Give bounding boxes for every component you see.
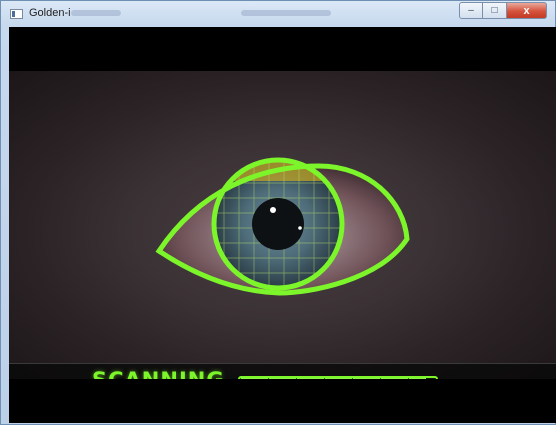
maximize-button[interactable]: □ [483, 2, 507, 19]
blurred-title-text [241, 10, 331, 16]
scan-progress-bar [238, 376, 438, 379]
app-window-icon [10, 9, 23, 19]
minimize-icon: – [468, 5, 474, 16]
app-window: Golden-i – □ x [0, 0, 556, 425]
close-button[interactable]: x [507, 2, 547, 19]
minimize-button[interactable]: – [459, 2, 483, 19]
eye-reflection [298, 226, 302, 230]
scan-progress-fill [240, 378, 427, 379]
scanning-label: SCANNING [92, 368, 225, 379]
video-client-area: SCANNING [9, 27, 556, 423]
title-bar[interactable]: Golden-i – □ x [1, 1, 555, 27]
blurred-title-text [71, 10, 121, 16]
eye-scan-graphic [155, 157, 410, 296]
eye-reflection [270, 207, 276, 213]
close-icon: x [523, 4, 530, 17]
pupil [252, 198, 304, 250]
window-title: Golden-i [29, 7, 71, 19]
maximize-icon: □ [491, 5, 498, 16]
eye-scan-video: SCANNING [9, 71, 556, 379]
